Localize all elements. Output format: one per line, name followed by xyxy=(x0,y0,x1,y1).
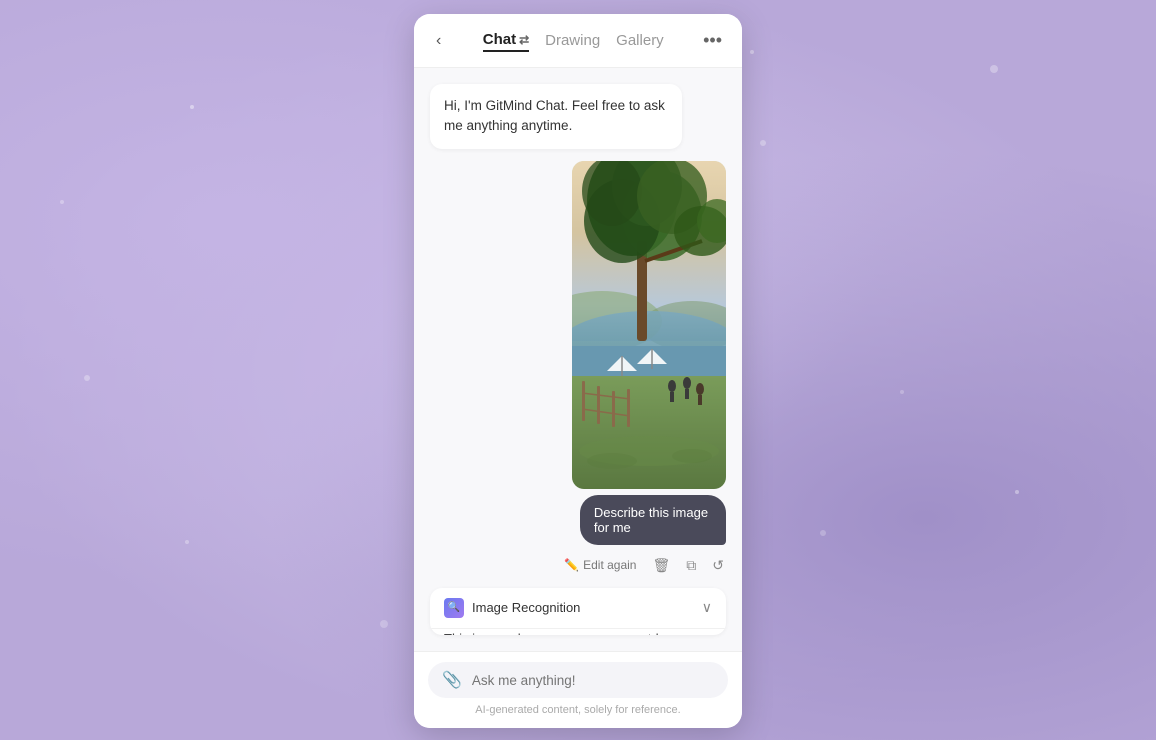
delete-icon: 🗑 xyxy=(652,557,670,574)
bubble-actions: ✏️ Edit again 🗑 ⧉ ↺ xyxy=(562,555,726,576)
user-message-bubble: Describe this image for me xyxy=(580,495,726,545)
recognition-header[interactable]: 🔍 Image Recognition ∨ xyxy=(430,588,726,628)
tab-chat[interactable]: Chat ⇄ xyxy=(483,29,529,52)
refresh-message-button[interactable]: ↺ xyxy=(710,555,726,576)
tab-drawing[interactable]: Drawing xyxy=(545,30,600,51)
recognition-section: 🔍 Image Recognition ∨ This image showcas… xyxy=(430,588,726,636)
panel-header: ‹ Chat ⇄ Drawing Gallery ••• xyxy=(414,14,742,68)
header-tabs: Chat ⇄ Drawing Gallery xyxy=(455,29,691,52)
swap-icon: ⇄ xyxy=(519,33,529,47)
more-options-button[interactable]: ••• xyxy=(699,28,726,53)
attach-button[interactable]: 📎 xyxy=(442,670,462,690)
chat-input[interactable] xyxy=(472,673,714,688)
disclaimer-text: AI-generated content, solely for referen… xyxy=(428,704,728,718)
input-area: 📎 AI-generated content, solely for refer… xyxy=(414,651,742,728)
recognition-content: This image showcases a serene outdoor se… xyxy=(430,628,726,636)
attach-icon: 📎 xyxy=(442,670,462,690)
chat-panel: ✕ ▶ ‹ Chat ⇄ Drawing Gallery ••• xyxy=(414,14,742,728)
delete-message-button[interactable]: 🗑 xyxy=(650,555,672,576)
copy-icon: ⧉ xyxy=(686,557,696,574)
refresh-icon: ↺ xyxy=(712,557,724,574)
tab-gallery[interactable]: Gallery xyxy=(616,30,664,51)
back-button[interactable]: ‹ xyxy=(430,30,447,52)
edit-again-button[interactable]: ✏️ Edit again xyxy=(562,556,638,574)
welcome-message: Hi, I'm GitMind Chat. Feel free to ask m… xyxy=(430,84,682,149)
edit-icon: ✏️ xyxy=(564,558,579,572)
landscape-image-svg xyxy=(572,161,726,489)
user-message-group: Describe this image for me ✏️ Edit again… xyxy=(543,495,726,576)
input-row: 📎 xyxy=(428,662,728,698)
shared-image xyxy=(572,161,726,489)
recognition-section-icon: 🔍 xyxy=(444,598,464,618)
copy-message-button[interactable]: ⧉ xyxy=(684,555,698,576)
chat-body: Hi, I'm GitMind Chat. Feel free to ask m… xyxy=(414,68,742,651)
chevron-down-icon: ∨ xyxy=(702,599,712,616)
image-message-group: Describe this image for me ✏️ Edit again… xyxy=(430,161,726,576)
